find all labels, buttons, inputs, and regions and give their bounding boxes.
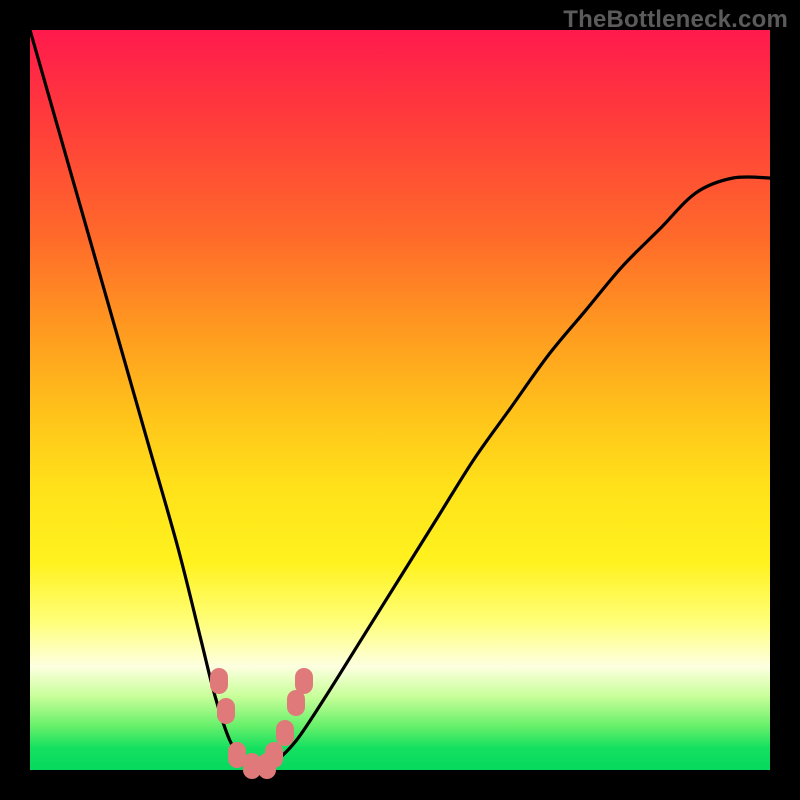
chart-frame: TheBottleneck.com: [0, 0, 800, 800]
data-marker: [258, 753, 276, 779]
data-marker: [295, 668, 313, 694]
data-marker: [228, 742, 246, 768]
watermark-text: TheBottleneck.com: [563, 6, 788, 34]
data-markers: [30, 30, 770, 770]
data-marker: [287, 690, 305, 716]
data-marker: [243, 753, 261, 779]
bottleneck-curve: [30, 30, 770, 770]
data-marker: [265, 742, 283, 768]
data-marker: [276, 720, 294, 746]
data-marker: [210, 668, 228, 694]
plot-area: [30, 30, 770, 770]
data-marker: [217, 698, 235, 724]
